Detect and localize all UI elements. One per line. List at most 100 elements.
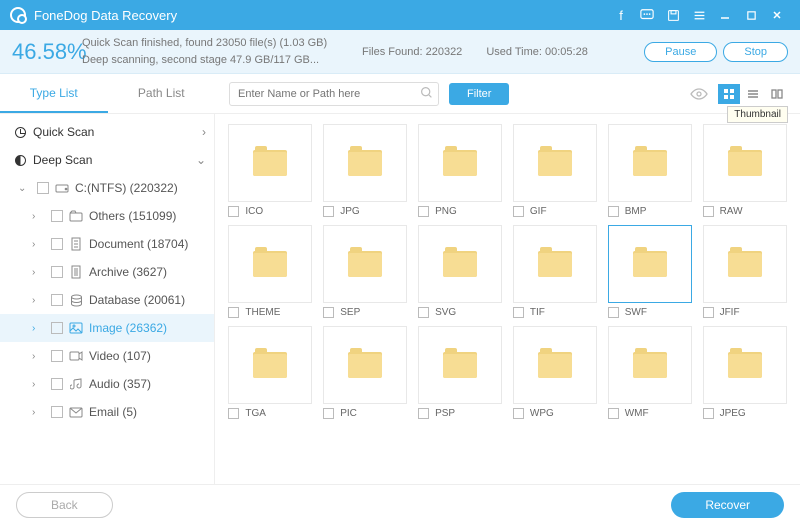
grid-item[interactable]: SWF [606,225,693,318]
sidebar-drive[interactable]: ⌄ C:(NTFS) (220322) [0,174,214,202]
grid-item[interactable]: BMP [606,124,693,217]
checkbox[interactable] [323,206,334,217]
menu-icon[interactable] [686,0,712,30]
grid-item[interactable]: SVG [417,225,504,318]
grid-item[interactable]: RAW [701,124,788,217]
checkbox[interactable] [37,182,49,194]
thumbnail[interactable] [228,124,312,202]
checkbox[interactable] [323,408,334,419]
thumbnail[interactable] [418,124,502,202]
grid-item[interactable]: TIF [512,225,599,318]
facebook-icon[interactable]: f [608,0,634,30]
thumbnail[interactable] [418,225,502,303]
thumbnail[interactable] [513,225,597,303]
grid-item[interactable]: THEME [227,225,314,318]
checkbox[interactable] [608,307,619,318]
checkbox[interactable] [418,307,429,318]
checkbox[interactable] [51,238,63,250]
thumbnail[interactable] [703,326,787,404]
feedback-icon[interactable] [634,0,660,30]
checkbox[interactable] [228,206,239,217]
view-detail-button[interactable] [766,84,788,104]
thumbnail[interactable] [323,124,407,202]
checkbox[interactable] [418,408,429,419]
pause-button[interactable]: Pause [644,42,717,62]
folder-icon [728,352,762,378]
grid-item[interactable]: PSP [417,326,504,419]
sidebar-item[interactable]: ›Email (5) [0,398,214,426]
grid-item[interactable]: SEP [322,225,409,318]
sidebar-item[interactable]: ›Others (151099) [0,202,214,230]
sidebar-deep-scan[interactable]: Deep Scan⌄ [0,146,214,174]
checkbox[interactable] [51,266,63,278]
checkbox[interactable] [513,408,524,419]
grid-item[interactable]: WPG [512,326,599,419]
back-button[interactable]: Back [16,492,113,518]
checkbox[interactable] [608,408,619,419]
view-thumbnail-button[interactable] [718,84,740,104]
checkbox[interactable] [51,350,63,362]
checkbox[interactable] [513,206,524,217]
preview-icon[interactable] [690,87,708,101]
thumbnail[interactable] [228,326,312,404]
thumbnail[interactable] [323,326,407,404]
grid-item[interactable]: JPG [322,124,409,217]
search-input[interactable] [229,82,439,106]
checkbox[interactable] [51,294,63,306]
checkbox[interactable] [703,307,714,318]
status-bar: 46.58% Quick Scan finished, found 23050 … [0,30,800,74]
checkbox[interactable] [418,206,429,217]
close-icon[interactable] [764,0,790,30]
grid-item[interactable]: WMF [606,326,693,419]
sidebar-item[interactable]: ›Archive (3627) [0,258,214,286]
thumbnail[interactable] [228,225,312,303]
chevron-right-icon: › [32,407,46,418]
thumbnail[interactable] [608,124,692,202]
checkbox[interactable] [608,206,619,217]
grid-item[interactable]: ICO [227,124,314,217]
item-label: PSP [435,408,455,419]
thumbnail[interactable] [513,326,597,404]
sidebar-tabs: Type List Path List [0,75,215,113]
grid-item[interactable]: GIF [512,124,599,217]
search-icon[interactable] [420,86,433,99]
checkbox[interactable] [513,307,524,318]
view-list-button[interactable] [742,84,764,104]
thumbnail[interactable] [323,225,407,303]
thumbnail[interactable] [703,225,787,303]
grid-item[interactable]: TGA [227,326,314,419]
checkbox[interactable] [51,378,63,390]
thumbnail[interactable] [608,225,692,303]
grid-item[interactable]: JPEG [701,326,788,419]
grid-item[interactable]: PIC [322,326,409,419]
sidebar-item[interactable]: ›Document (18704) [0,230,214,258]
thumbnail[interactable] [608,326,692,404]
thumbnail[interactable] [513,124,597,202]
sidebar-item[interactable]: ›Image (26362) [0,314,214,342]
thumbnail[interactable] [703,124,787,202]
item-label: BMP [625,206,647,217]
stop-button[interactable]: Stop [723,42,788,62]
minimize-icon[interactable] [712,0,738,30]
maximize-icon[interactable] [738,0,764,30]
checkbox[interactable] [228,408,239,419]
sidebar-item[interactable]: ›Video (107) [0,342,214,370]
tab-path-list[interactable]: Path List [108,75,216,113]
sidebar-quick-scan[interactable]: Quick Scan› [0,118,214,146]
checkbox[interactable] [51,210,63,222]
grid-item[interactable]: PNG [417,124,504,217]
thumbnail[interactable] [418,326,502,404]
save-icon[interactable] [660,0,686,30]
sidebar-item[interactable]: ›Database (20061) [0,286,214,314]
checkbox[interactable] [703,408,714,419]
checkbox[interactable] [228,307,239,318]
tab-type-list[interactable]: Type List [0,75,108,113]
checkbox[interactable] [703,206,714,217]
filter-button[interactable]: Filter [449,83,509,105]
checkbox[interactable] [323,307,334,318]
recover-button[interactable]: Recover [671,492,784,518]
checkbox[interactable] [51,406,63,418]
checkbox[interactable] [51,322,63,334]
sidebar-item[interactable]: ›Audio (357) [0,370,214,398]
grid-item[interactable]: JFIF [701,225,788,318]
